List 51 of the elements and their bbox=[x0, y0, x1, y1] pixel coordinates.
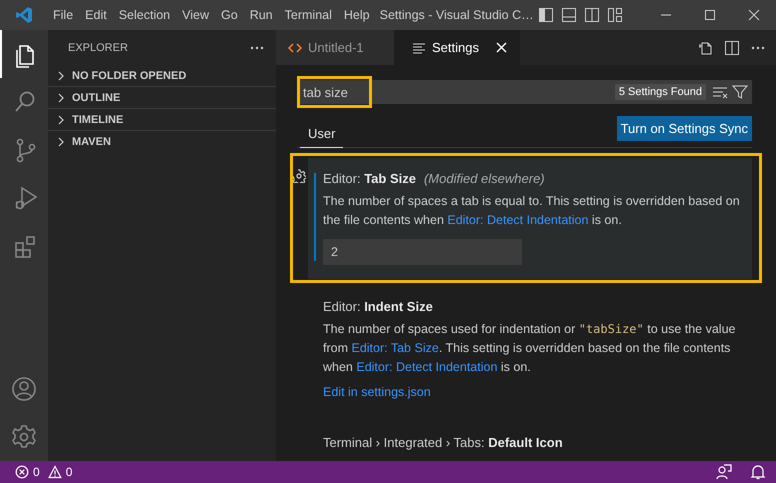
setting-description: The number of spaces a tab is equal to. This setting is overridden based on the file contents when Editor: Detect Indentation is on. bbox=[323, 193, 741, 229]
menu-item[interactable]: Selection bbox=[112, 0, 176, 30]
setting-title: Editor: Tab Size bbox=[323, 171, 416, 186]
panel-toggle-icon[interactable] bbox=[560, 7, 577, 23]
value-field[interactable]: 2 bbox=[323, 239, 522, 265]
editor-tab[interactable]: Untitled-1 bbox=[276, 30, 394, 65]
account-icon[interactable] bbox=[11, 376, 37, 402]
setting-title: Editor: Indent Size bbox=[323, 299, 433, 314]
error-icon[interactable] bbox=[15, 465, 29, 479]
sync-button[interactable]: Turn on Settings Sync bbox=[616, 116, 752, 141]
sidebar-title: EXPLORER bbox=[68, 42, 129, 54]
code-brackets-icon bbox=[288, 40, 302, 54]
lines-icon bbox=[412, 40, 426, 54]
setting-link[interactable]: Editor: Detect Indentation bbox=[356, 360, 498, 374]
editor-tab[interactable]: Settings bbox=[394, 30, 520, 65]
menu-item[interactable]: Edit bbox=[79, 0, 113, 30]
edit-link[interactable]: Edit in settings.json bbox=[323, 385, 431, 399]
section-header[interactable]: NO FOLDER OPENED bbox=[48, 65, 276, 87]
setting-title: Terminal › Integrated › Tabs: Default Icon bbox=[323, 435, 563, 450]
split-layout-icon[interactable] bbox=[584, 7, 600, 23]
setting-link[interactable]: Editor: Detect Indentation bbox=[447, 213, 588, 227]
layout-grid-icon[interactable] bbox=[606, 7, 623, 23]
window-title: Settings - Visual Studio C… bbox=[380, 8, 534, 22]
filter-icon[interactable] bbox=[732, 84, 748, 100]
result-count: 5 Settings Found bbox=[614, 84, 706, 100]
menu-item[interactable]: View bbox=[176, 0, 216, 30]
menu-item[interactable]: Go bbox=[215, 0, 244, 30]
bell-icon[interactable] bbox=[750, 464, 766, 480]
error-count[interactable]: 0 bbox=[33, 465, 40, 479]
modified-note: (Modified elsewhere) bbox=[424, 171, 545, 186]
close-icon[interactable] bbox=[748, 9, 760, 21]
section-header[interactable]: MAVEN bbox=[48, 131, 276, 153]
warning-icon[interactable] bbox=[48, 465, 62, 479]
sidebar-toggle-icon[interactable] bbox=[538, 7, 554, 23]
settings-icon[interactable] bbox=[11, 424, 37, 450]
app-logo-icon bbox=[15, 6, 33, 24]
open-json-icon[interactable] bbox=[698, 40, 714, 56]
menu-item[interactable]: Help bbox=[338, 0, 376, 30]
section-header[interactable]: OUTLINE bbox=[48, 87, 276, 109]
menu-item[interactable]: Run bbox=[244, 0, 279, 30]
setting-link[interactable]: Editor: Tab Size bbox=[351, 341, 439, 355]
menu-item[interactable]: Terminal bbox=[278, 0, 338, 30]
gear-icon[interactable] bbox=[292, 169, 306, 183]
menu-item[interactable]: File bbox=[47, 0, 80, 30]
maximize-icon[interactable] bbox=[704, 9, 716, 21]
split-editor-icon[interactable] bbox=[724, 40, 740, 56]
scope-tab[interactable]: User bbox=[300, 126, 344, 148]
warning-count[interactable]: 0 bbox=[66, 465, 72, 479]
setting-description: The number of spaces used for indentation or "tabSize" to use the value from Editor: Tab Size. This setting is overridden based on the file contents when Editor: Detect Indentation is on. bbox=[323, 321, 736, 376]
section-header[interactable]: TIMELINE bbox=[48, 109, 276, 131]
feedback-icon[interactable] bbox=[716, 464, 732, 480]
